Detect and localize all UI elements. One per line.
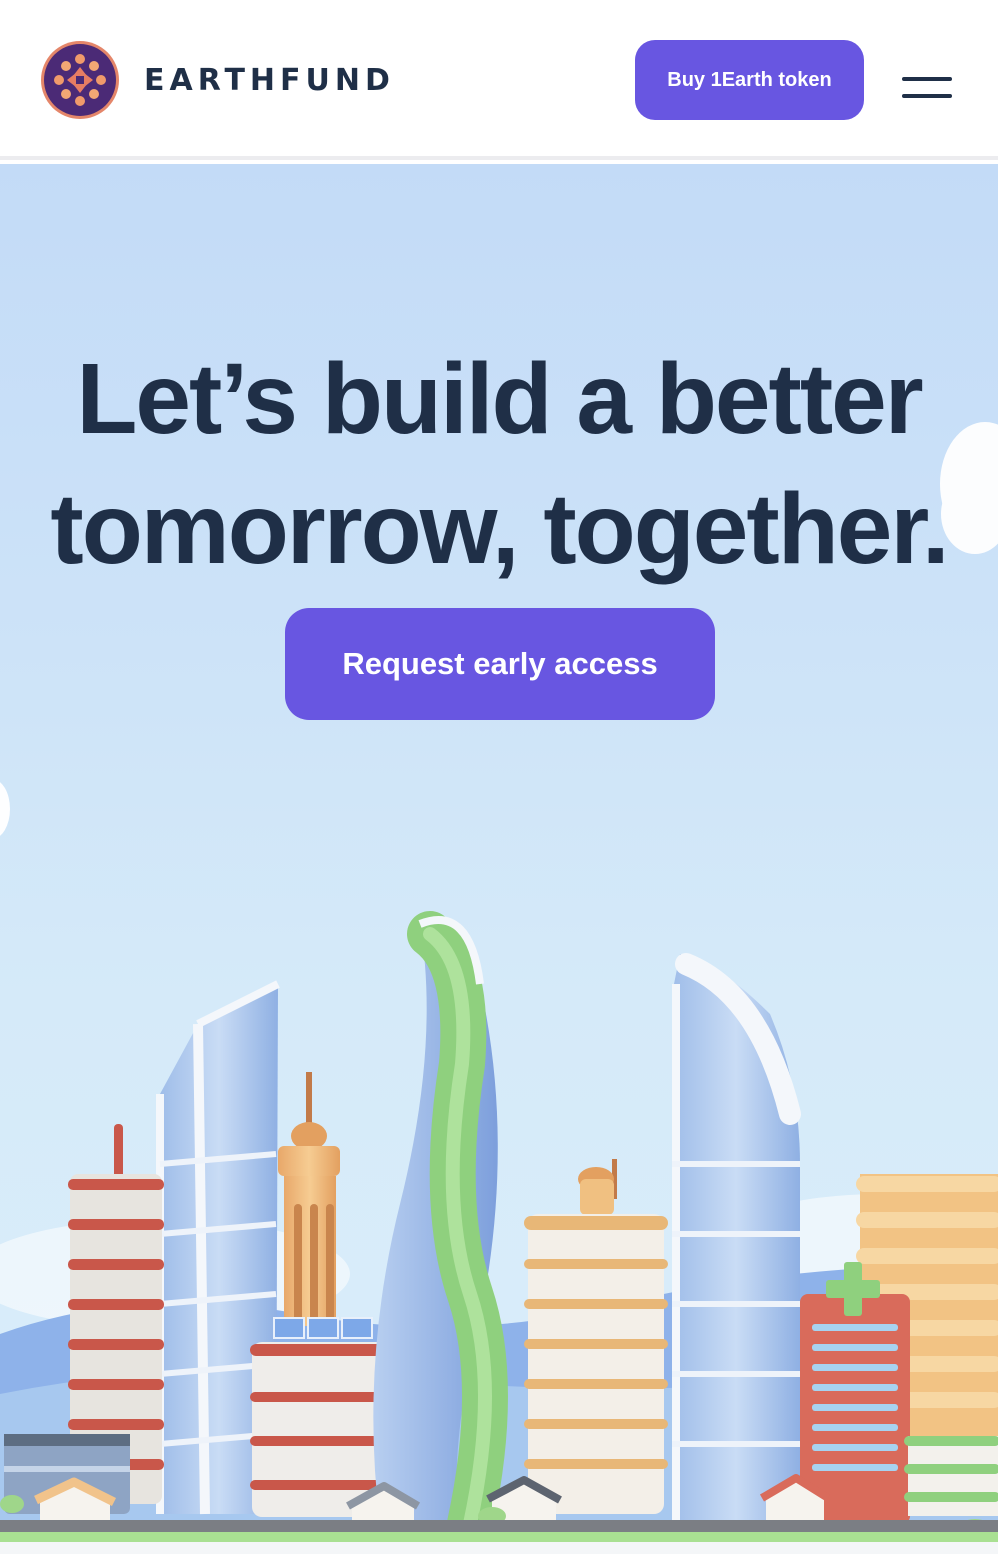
site-header: EARTHFUND Buy 1Earth token <box>0 0 998 160</box>
hero-title-line-1: Let’s build a better <box>76 343 923 455</box>
brand-logo-link[interactable]: EARTHFUND <box>40 40 395 120</box>
brand-name: EARTHFUND <box>144 62 395 98</box>
earthfund-logo-icon <box>41 41 119 119</box>
hero-section: Let’s build a better tomorrow, together.… <box>0 164 998 1554</box>
hero-title: Let’s build a better tomorrow, together. <box>0 334 998 594</box>
hero-title-line-2: tomorrow, together. <box>50 473 949 585</box>
request-early-access-button[interactable]: Request early access <box>285 608 715 720</box>
buy-token-button[interactable]: Buy 1Earth token <box>635 40 864 120</box>
hamburger-menu-icon[interactable] <box>897 70 957 106</box>
